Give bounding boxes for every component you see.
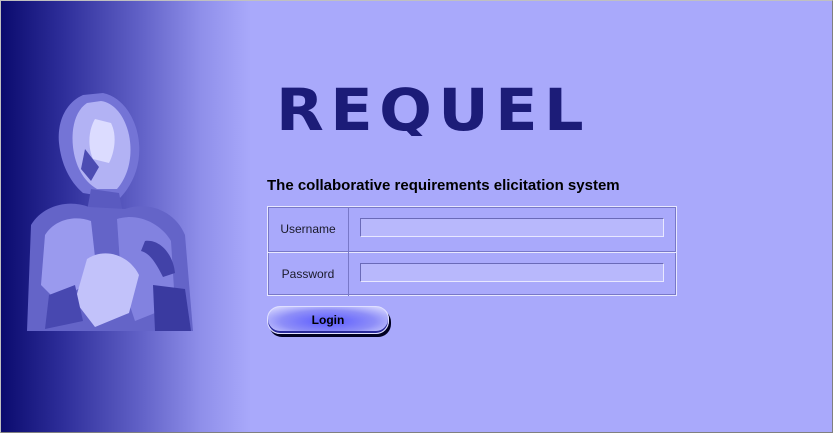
username-input[interactable] [360, 218, 664, 237]
username-field-cell [350, 207, 676, 251]
requel-logo: REQUEL [276, 76, 596, 144]
password-label: Password [268, 252, 349, 296]
tagline: The collaborative requirements elicitati… [267, 177, 620, 194]
login-button[interactable]: Login [267, 306, 389, 334]
username-label: Username [268, 207, 349, 251]
logo-text: REQUEL [276, 80, 590, 136]
sidebar-gradient-panel [1, 1, 251, 432]
password-input[interactable] [360, 263, 664, 282]
mascot-figure-image [27, 93, 193, 331]
username-row: Username [268, 207, 676, 251]
password-row: Password [268, 251, 676, 296]
password-field-cell [350, 252, 676, 296]
login-form: Username Password [267, 206, 677, 296]
